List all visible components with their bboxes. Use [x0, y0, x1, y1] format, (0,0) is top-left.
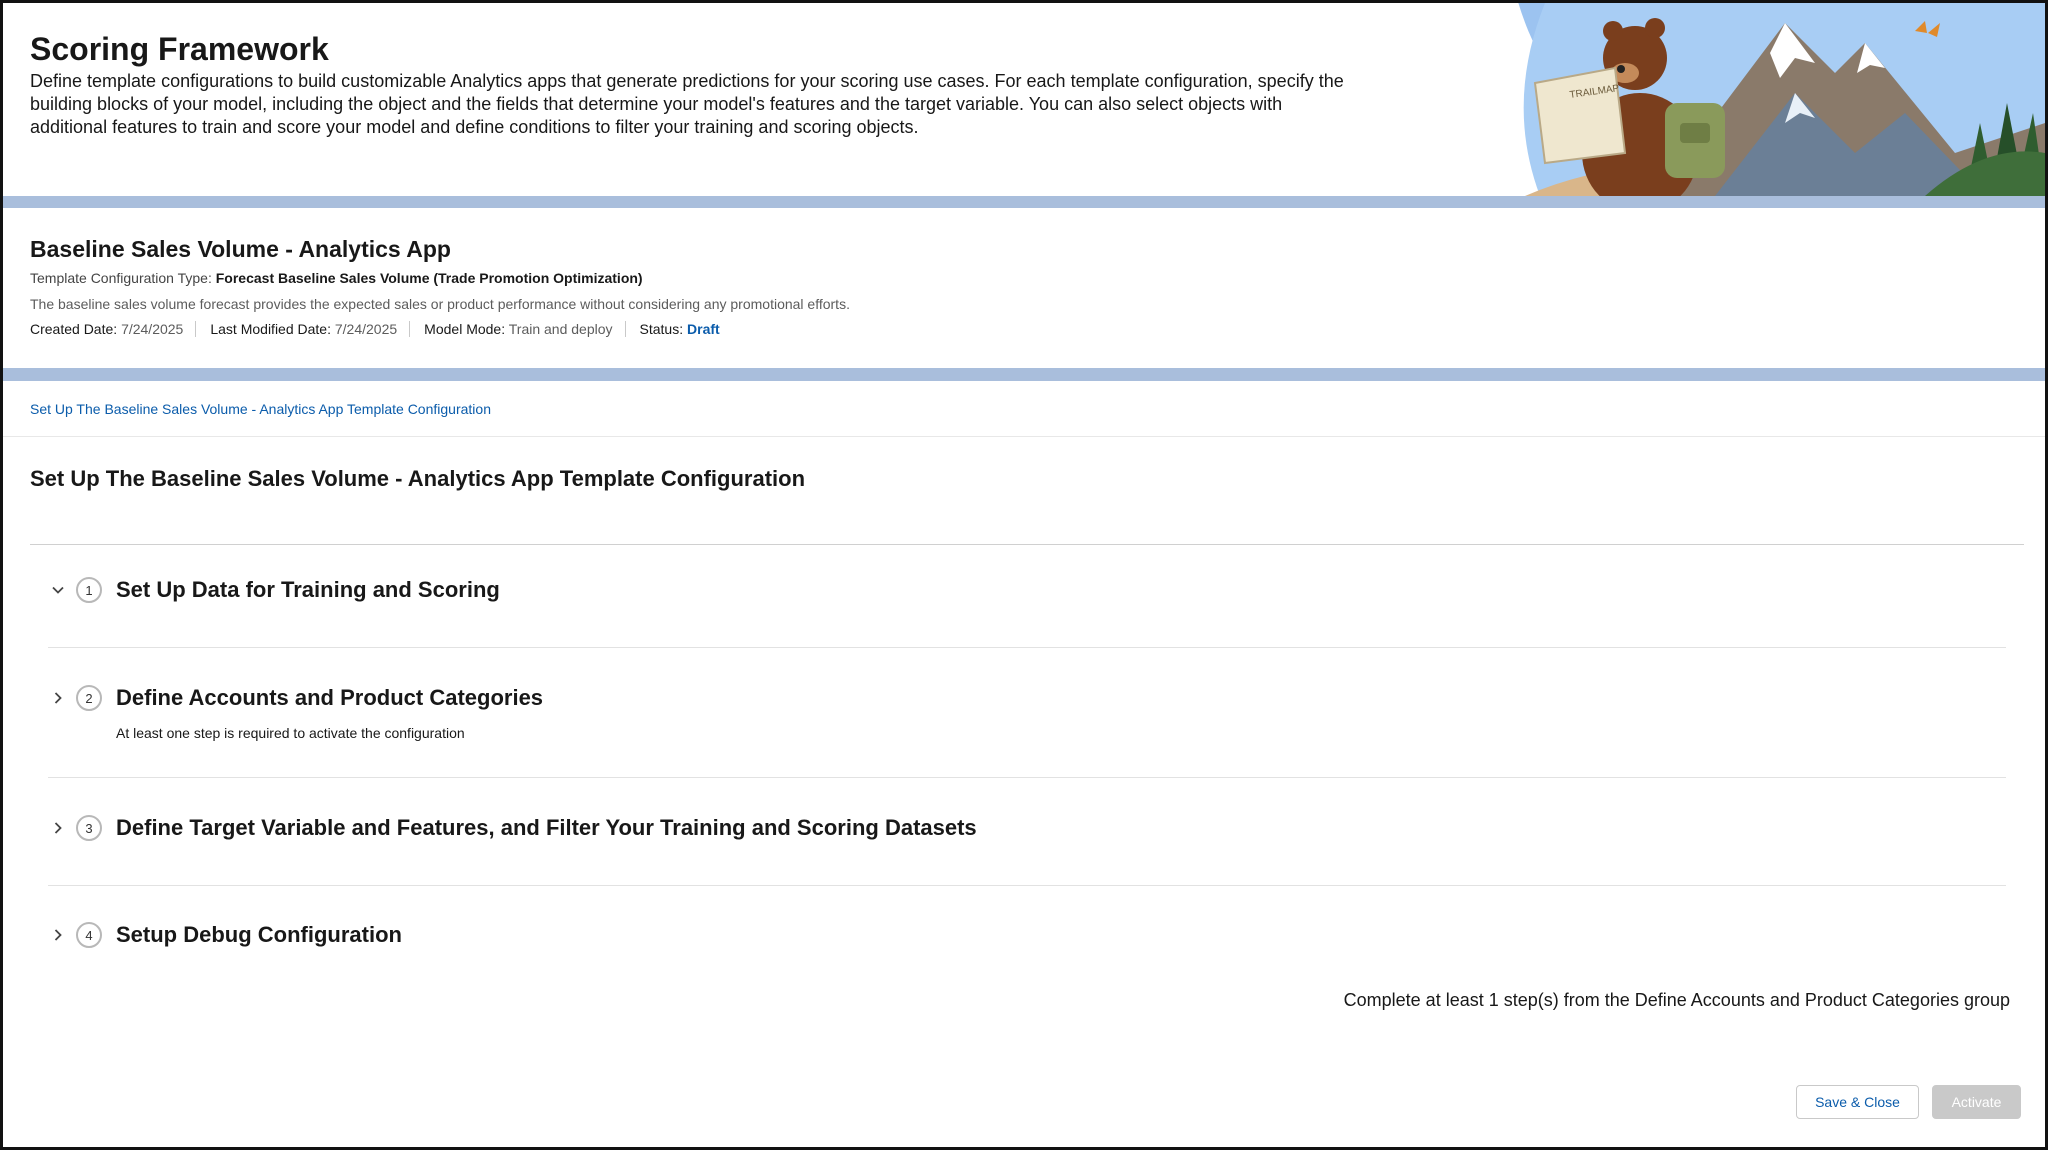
record-description: The baseline sales volume forecast provi… — [30, 296, 850, 312]
status-badge: Draft — [687, 321, 720, 337]
template-type-value: Forecast Baseline Sales Volume (Trade Pr… — [215, 270, 643, 286]
step-title[interactable]: Define Target Variable and Features, and… — [116, 815, 977, 841]
model-mode: Model Mode: Train and deploy — [424, 321, 626, 337]
created-date-label: Created Date: — [30, 321, 118, 337]
model-mode-label: Model Mode: — [424, 321, 506, 337]
record-title: Baseline Sales Volume - Analytics App — [30, 236, 451, 262]
template-type-label: Template Configuration Type: — [30, 270, 212, 286]
divider — [48, 647, 2006, 648]
step-number: 1 — [76, 577, 102, 603]
record-meta: Created Date: 7/24/2025 Last Modified Da… — [30, 321, 746, 337]
save-close-button[interactable]: Save & Close — [1796, 1085, 1919, 1119]
template-type: Template Configuration Type: Forecast Ba… — [30, 270, 643, 286]
decorative-stripe — [3, 196, 2045, 208]
last-modified-date: Last Modified Date: 7/24/2025 — [210, 321, 411, 337]
step-number: 3 — [76, 815, 102, 841]
step-title[interactable]: Setup Debug Configuration — [116, 922, 402, 948]
status-label: Status: — [639, 321, 684, 337]
step-title[interactable]: Set Up Data for Training and Scoring — [116, 577, 500, 603]
step-number: 2 — [76, 685, 102, 711]
chevron-right-icon[interactable] — [47, 817, 69, 839]
breadcrumb[interactable]: Set Up The Baseline Sales Volume - Analy… — [30, 401, 491, 417]
created-date-value: 7/24/2025 — [121, 321, 184, 337]
step-subtitle: At least one step is required to activat… — [116, 725, 465, 741]
step-title[interactable]: Define Accounts and Product Categories — [116, 685, 543, 711]
trailhead-bear-illustration: TRAILMAP — [1518, 3, 2045, 196]
section-heading: Set Up The Baseline Sales Volume - Analy… — [30, 466, 806, 491]
last-modified-value: 7/24/2025 — [334, 321, 398, 337]
status: Status: Draft — [640, 321, 732, 337]
divider — [48, 885, 2006, 886]
header-banner: Scoring Framework Define template config… — [3, 3, 2045, 196]
last-modified-label: Last Modified Date: — [210, 321, 331, 337]
chevron-right-icon[interactable] — [47, 924, 69, 946]
main-content: Set Up The Baseline Sales Volume - Analy… — [3, 381, 2045, 1147]
divider — [30, 544, 2024, 545]
divider — [3, 436, 2045, 437]
step-number: 4 — [76, 922, 102, 948]
activation-hint: Complete at least 1 step(s) from the Def… — [1343, 990, 2010, 1010]
model-mode-value: Train and deploy — [508, 321, 613, 337]
created-date: Created Date: 7/24/2025 — [30, 321, 197, 337]
decorative-stripe — [3, 368, 2045, 381]
divider — [48, 777, 2006, 778]
page-description: Define template configurations to build … — [30, 71, 1344, 137]
chevron-right-icon[interactable] — [47, 687, 69, 709]
page-title: Scoring Framework — [30, 31, 329, 67]
chevron-down-icon[interactable] — [47, 579, 69, 601]
record-header: Baseline Sales Volume - Analytics App Te… — [3, 208, 2045, 368]
activate-button[interactable]: Activate — [1932, 1085, 2021, 1119]
